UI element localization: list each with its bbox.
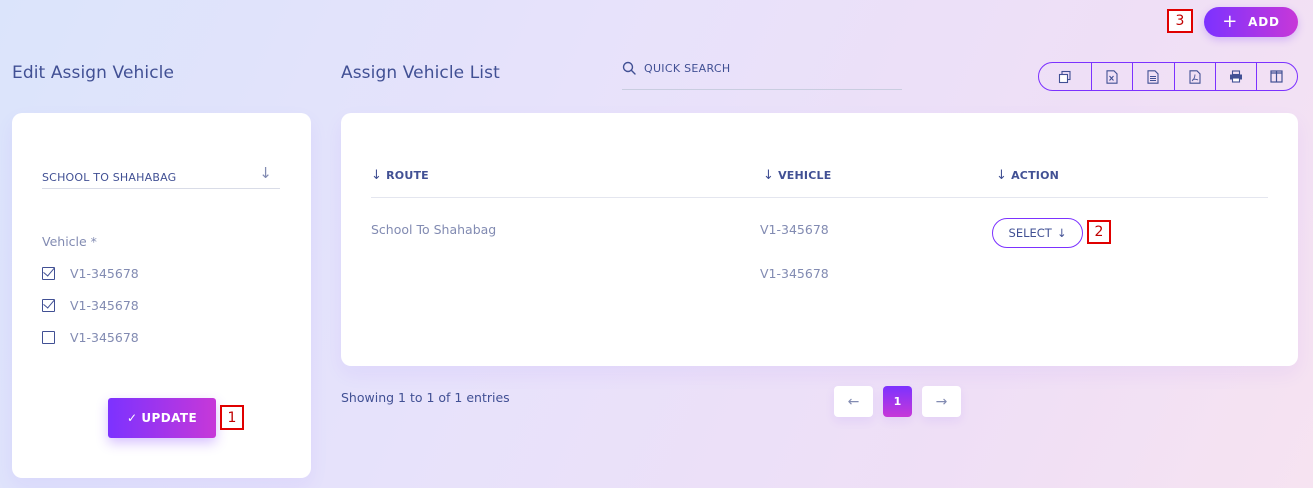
search-input[interactable] [644, 58, 894, 78]
columns-button[interactable] [1255, 63, 1297, 90]
arrow-down-icon: ↓ [259, 164, 272, 182]
vehicle-list-card [341, 113, 1298, 366]
vehicle-option-2[interactable]: V1-345678 [42, 298, 139, 313]
add-button-label: ADD [1248, 15, 1280, 29]
sort-arrow-icon: ↓ [763, 168, 775, 183]
annotation-marker-1: 1 [220, 405, 244, 430]
excel-icon [1106, 69, 1118, 84]
arrow-right-icon: → [935, 393, 948, 410]
vehicle-option-label: V1-345678 [70, 298, 139, 313]
vehicle-option-1[interactable]: V1-345678 [42, 266, 139, 281]
pagination-next[interactable]: → [922, 386, 961, 417]
table-cell-vehicle: V1-345678 [760, 266, 829, 281]
plus-icon: + [1222, 11, 1239, 32]
column-header-action[interactable]: ↓ ACTION [996, 168, 1059, 183]
copy-icon [1059, 70, 1071, 83]
check-icon: ✓ [126, 411, 138, 425]
arrow-down-icon: ↓ [1056, 226, 1067, 240]
csv-icon [1147, 69, 1159, 84]
print-button[interactable] [1214, 63, 1256, 90]
copy-button[interactable] [1039, 63, 1091, 90]
table-cell-vehicle: V1-345678 [760, 222, 829, 237]
columns-icon [1270, 70, 1284, 83]
annotation-marker-2: 2 [1087, 220, 1111, 244]
route-select[interactable]: SCHOOL TO SHAHABAG ↓ [42, 164, 280, 189]
column-header-vehicle[interactable]: ↓ VEHICLE [763, 168, 831, 183]
update-button-label: UPDATE [141, 411, 198, 425]
pagination-prev[interactable]: ← [834, 386, 873, 417]
table-cell-route: School To Shahabag [371, 222, 497, 237]
sort-arrow-icon: ↓ [371, 168, 383, 183]
select-action-button[interactable]: SELECT ↓ [992, 218, 1083, 248]
pdf-button[interactable] [1173, 63, 1215, 90]
arrow-left-icon: ← [847, 393, 860, 410]
vehicle-option-label: V1-345678 [70, 330, 139, 345]
vehicle-option-label: V1-345678 [70, 266, 139, 281]
column-header-route[interactable]: ↓ ROUTE [371, 168, 429, 183]
csv-button[interactable] [1132, 63, 1173, 90]
add-button[interactable]: + ADD [1204, 7, 1298, 37]
annotation-marker-3: 3 [1167, 9, 1193, 33]
checkbox-checked[interactable] [42, 267, 55, 280]
vehicle-label: Vehicle * [42, 234, 97, 249]
checkbox-checked[interactable] [42, 299, 55, 312]
table-info: Showing 1 to 1 of 1 entries [341, 390, 510, 405]
table-header-divider [371, 197, 1268, 198]
vehicle-option-3[interactable]: V1-345678 [42, 330, 139, 345]
print-icon [1229, 70, 1242, 83]
update-button[interactable]: ✓ UPDATE [108, 398, 216, 438]
assign-vehicle-list-title: Assign Vehicle List [341, 63, 500, 83]
search-icon [622, 60, 636, 79]
select-button-label: SELECT [1008, 226, 1052, 240]
quick-search [622, 56, 902, 90]
pdf-icon [1189, 69, 1201, 84]
route-select-value: SCHOOL TO SHAHABAG [42, 171, 177, 184]
sort-arrow-icon: ↓ [996, 168, 1008, 183]
export-toolbar [1038, 62, 1298, 91]
excel-button[interactable] [1091, 63, 1132, 90]
checkbox-unchecked[interactable] [42, 331, 55, 344]
pagination-page-1[interactable]: 1 [883, 386, 912, 417]
edit-assign-vehicle-title: Edit Assign Vehicle [12, 63, 175, 83]
